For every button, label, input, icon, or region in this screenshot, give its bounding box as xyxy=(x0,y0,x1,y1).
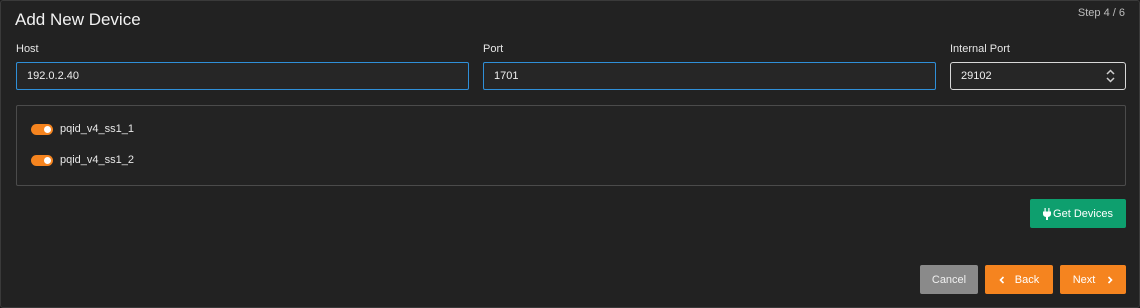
device-list: pqid_v4_ss1_1 pqid_v4_ss1_2 xyxy=(16,105,1126,186)
device-toggle[interactable] xyxy=(31,123,53,135)
port-input[interactable]: 1701 xyxy=(483,62,936,90)
device-label: pqid_v4_ss1_2 xyxy=(60,154,135,166)
step-indicator: Step 4 / 6 xyxy=(1077,7,1125,19)
get-devices-label: Get Devices xyxy=(1053,207,1113,220)
plug-icon xyxy=(1043,207,1052,220)
get-devices-button[interactable]: Get Devices xyxy=(1030,199,1126,228)
port-label: Port xyxy=(483,43,504,55)
device-item: pqid_v4_ss1_2 xyxy=(31,153,134,167)
device-toggle[interactable] xyxy=(31,154,53,166)
chevron-right-icon xyxy=(1108,275,1113,284)
back-button[interactable]: Back xyxy=(985,265,1053,294)
spinner-arrows-icon[interactable] xyxy=(1106,69,1115,83)
internal-port-input[interactable]: 29102 xyxy=(950,62,1126,90)
host-input[interactable]: 192.0.2.40 xyxy=(16,62,469,90)
add-device-dialog: Add New Device Step 4 / 6 Host 192.0.2.4… xyxy=(0,0,1140,308)
internal-port-label: Internal Port xyxy=(950,43,1010,55)
device-label: pqid_v4_ss1_1 xyxy=(60,123,135,135)
cancel-label: Cancel xyxy=(931,273,967,286)
host-label: Host xyxy=(16,43,39,55)
next-label: Next xyxy=(1072,273,1096,286)
next-button[interactable]: Next xyxy=(1060,265,1126,294)
cancel-button[interactable]: Cancel xyxy=(920,265,978,294)
back-label: Back xyxy=(1014,273,1040,286)
chevron-left-icon xyxy=(999,275,1004,284)
device-item: pqid_v4_ss1_1 xyxy=(31,122,134,136)
dialog-title: Add New Device xyxy=(15,10,141,29)
internal-port-value: 29102 xyxy=(961,70,992,82)
